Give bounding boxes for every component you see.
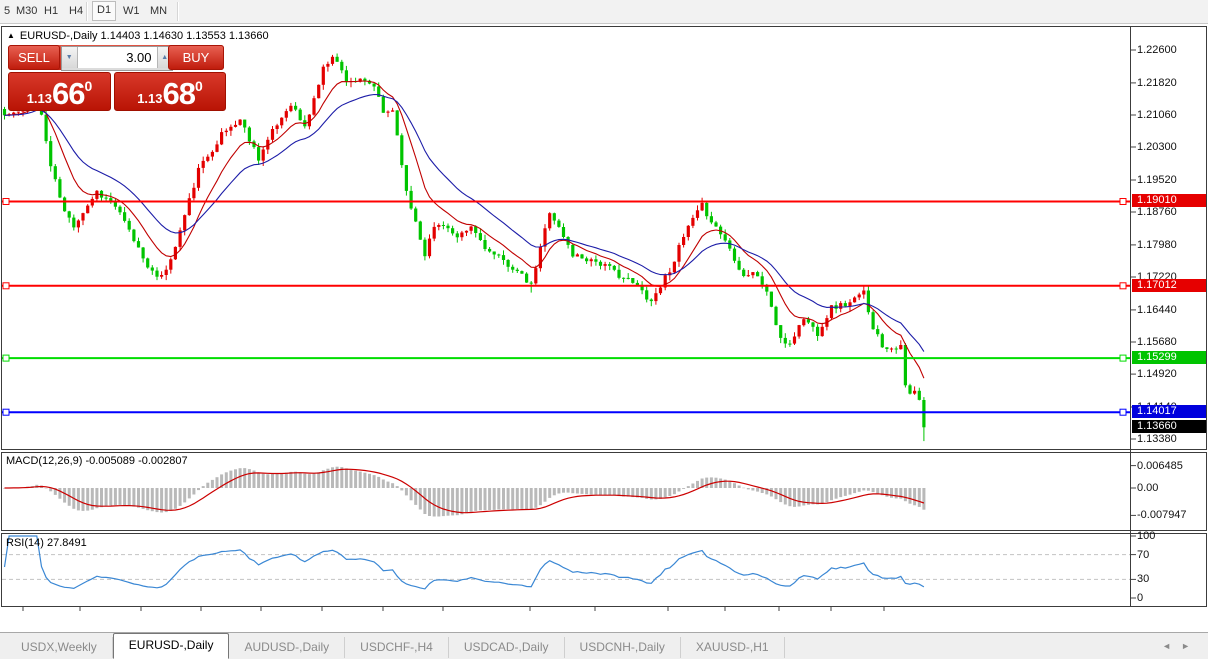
ohlc-close: 1.13660 (229, 30, 269, 42)
fast-ma-line (5, 81, 924, 378)
sell-price-prefix: 1.13 (27, 91, 52, 110)
chart-tab-xauusd-h1[interactable]: XAUUSD-,H1 (681, 637, 785, 658)
buy-price-pips: 68 (163, 78, 195, 110)
chart-tab-usdx-weekly[interactable]: USDX,Weekly (6, 637, 113, 658)
rsi-axis-label: 70 (1137, 549, 1149, 561)
axis-ticks (23, 50, 1136, 611)
macd-axis-label: 0.00 (1137, 482, 1158, 494)
macd-axis-label: -0.007947 (1137, 509, 1187, 521)
timeframe-button-D1[interactable]: D1 (92, 1, 116, 21)
chart-tab-usdcnh-daily[interactable]: USDCNH-,Daily (565, 637, 681, 658)
hline-1.15299[interactable] (2, 355, 1130, 361)
chart-tab-eurusd-daily[interactable]: EURUSD-,Daily (113, 633, 230, 659)
sell-button[interactable]: SELL (8, 45, 60, 70)
panel-frames (2, 27, 1207, 607)
hline-1.17012[interactable] (2, 283, 1130, 289)
timeframe-button-MN[interactable]: MN (146, 2, 171, 20)
timeframe-button-H4[interactable]: H4 (65, 2, 87, 20)
buy-button[interactable]: BUY (168, 45, 224, 70)
chart-symbol-period: EURUSD-,Daily (20, 30, 98, 42)
sell-price-display[interactable]: 1.13 66 0 (8, 72, 111, 111)
price-level-badge: 1.19010 (1132, 194, 1206, 207)
sell-price-pips: 66 (52, 78, 84, 110)
toolbar-separator (86, 2, 87, 21)
timeframe-button-W1[interactable]: W1 (119, 2, 144, 20)
hline-1.19010[interactable] (2, 199, 1130, 205)
trade-widget-top-row: SELL ▼ ▲ BUY (8, 45, 224, 70)
triangle-down-icon: ▼ (66, 54, 73, 61)
macd-histogram (3, 467, 925, 517)
buy-price-display[interactable]: 1.13 68 0 (114, 72, 226, 111)
tab-scroll-arrows[interactable]: ◄► (1162, 641, 1200, 651)
rsi-line (5, 536, 924, 589)
price-level-badge: 1.14017 (1132, 405, 1206, 418)
price-axis-label: 1.20300 (1137, 141, 1177, 153)
chart-tab-usdcad-daily[interactable]: USDCAD-,Daily (449, 637, 565, 658)
ohlc-open: 1.14403 (101, 30, 141, 42)
volume-stepper: ▼ ▲ (61, 46, 173, 71)
volume-decrease-button[interactable]: ▼ (62, 47, 78, 68)
macd-indicator-label: MACD(12,26,9) -0.005089 -0.002807 (6, 455, 188, 467)
chart-tab-usdchf-h4[interactable]: USDCHF-,H4 (345, 637, 449, 658)
price-axis-label: 1.19520 (1137, 174, 1177, 186)
rsi-axis-label: 30 (1137, 573, 1149, 585)
price-axis-label: 1.22600 (1137, 44, 1177, 56)
timeframe-button-M30[interactable]: M30 (12, 2, 41, 20)
price-axis-label: 1.15680 (1137, 336, 1177, 348)
sell-price-point: 0 (85, 78, 93, 94)
price-axis-label: 1.21060 (1137, 109, 1177, 121)
chart-canvas[interactable] (0, 24, 1208, 659)
chart-tab-bar: USDX,WeeklyEURUSD-,DailyAUDUSD-,DailyUSD… (0, 632, 1208, 659)
ohlc-high: 1.14630 (143, 30, 183, 42)
chart-window: ▲EURUSD-,Daily1.144031.146301.135531.136… (0, 24, 1208, 632)
timeframe-toolbar: 5M30H1H4D1W1MN (0, 0, 1208, 24)
ohlc-low: 1.13553 (186, 30, 226, 42)
candles (3, 54, 926, 442)
rsi-axis-label: 0 (1137, 592, 1143, 604)
volume-input[interactable] (78, 47, 157, 68)
macd-axis-label: 0.006485 (1137, 460, 1183, 472)
price-level-badge: 1.15299 (1132, 351, 1206, 364)
toolbar-separator (177, 2, 178, 21)
rsi-indicator-label: RSI(14) 27.8491 (6, 537, 87, 549)
rsi-levels (2, 555, 1130, 580)
collapse-arrow-icon[interactable]: ▲ (7, 31, 15, 40)
price-axis-label: 1.18760 (1137, 206, 1177, 218)
price-axis-label: 1.16440 (1137, 304, 1177, 316)
buy-price-prefix: 1.13 (137, 91, 162, 110)
timeframe-button-H1[interactable]: H1 (40, 2, 62, 20)
mt4-window: 5M30H1H4D1W1MN ▲EURUSD-,Daily1.144031.14… (0, 0, 1208, 659)
price-axis-label: 1.13380 (1137, 433, 1177, 445)
hline-1.14017[interactable] (2, 409, 1130, 415)
current-price-badge: 1.13660 (1132, 420, 1206, 433)
price-axis-label: 1.21820 (1137, 77, 1177, 89)
price-level-badge: 1.17012 (1132, 279, 1206, 292)
price-axis-label: 1.17980 (1137, 239, 1177, 251)
chart-tab-audusd-daily[interactable]: AUDUSD-,Daily (229, 637, 345, 658)
one-click-trading-widget: SELL ▼ ▲ BUY 1.13 66 0 1.13 68 0 (8, 45, 224, 109)
price-axis-label: 1.14920 (1137, 368, 1177, 380)
chart-title: ▲ EURUSD-,Daily1.144031.146301.135531.136… (7, 30, 272, 42)
buy-price-point: 0 (195, 78, 203, 94)
rsi-axis-label: 100 (1137, 530, 1155, 542)
